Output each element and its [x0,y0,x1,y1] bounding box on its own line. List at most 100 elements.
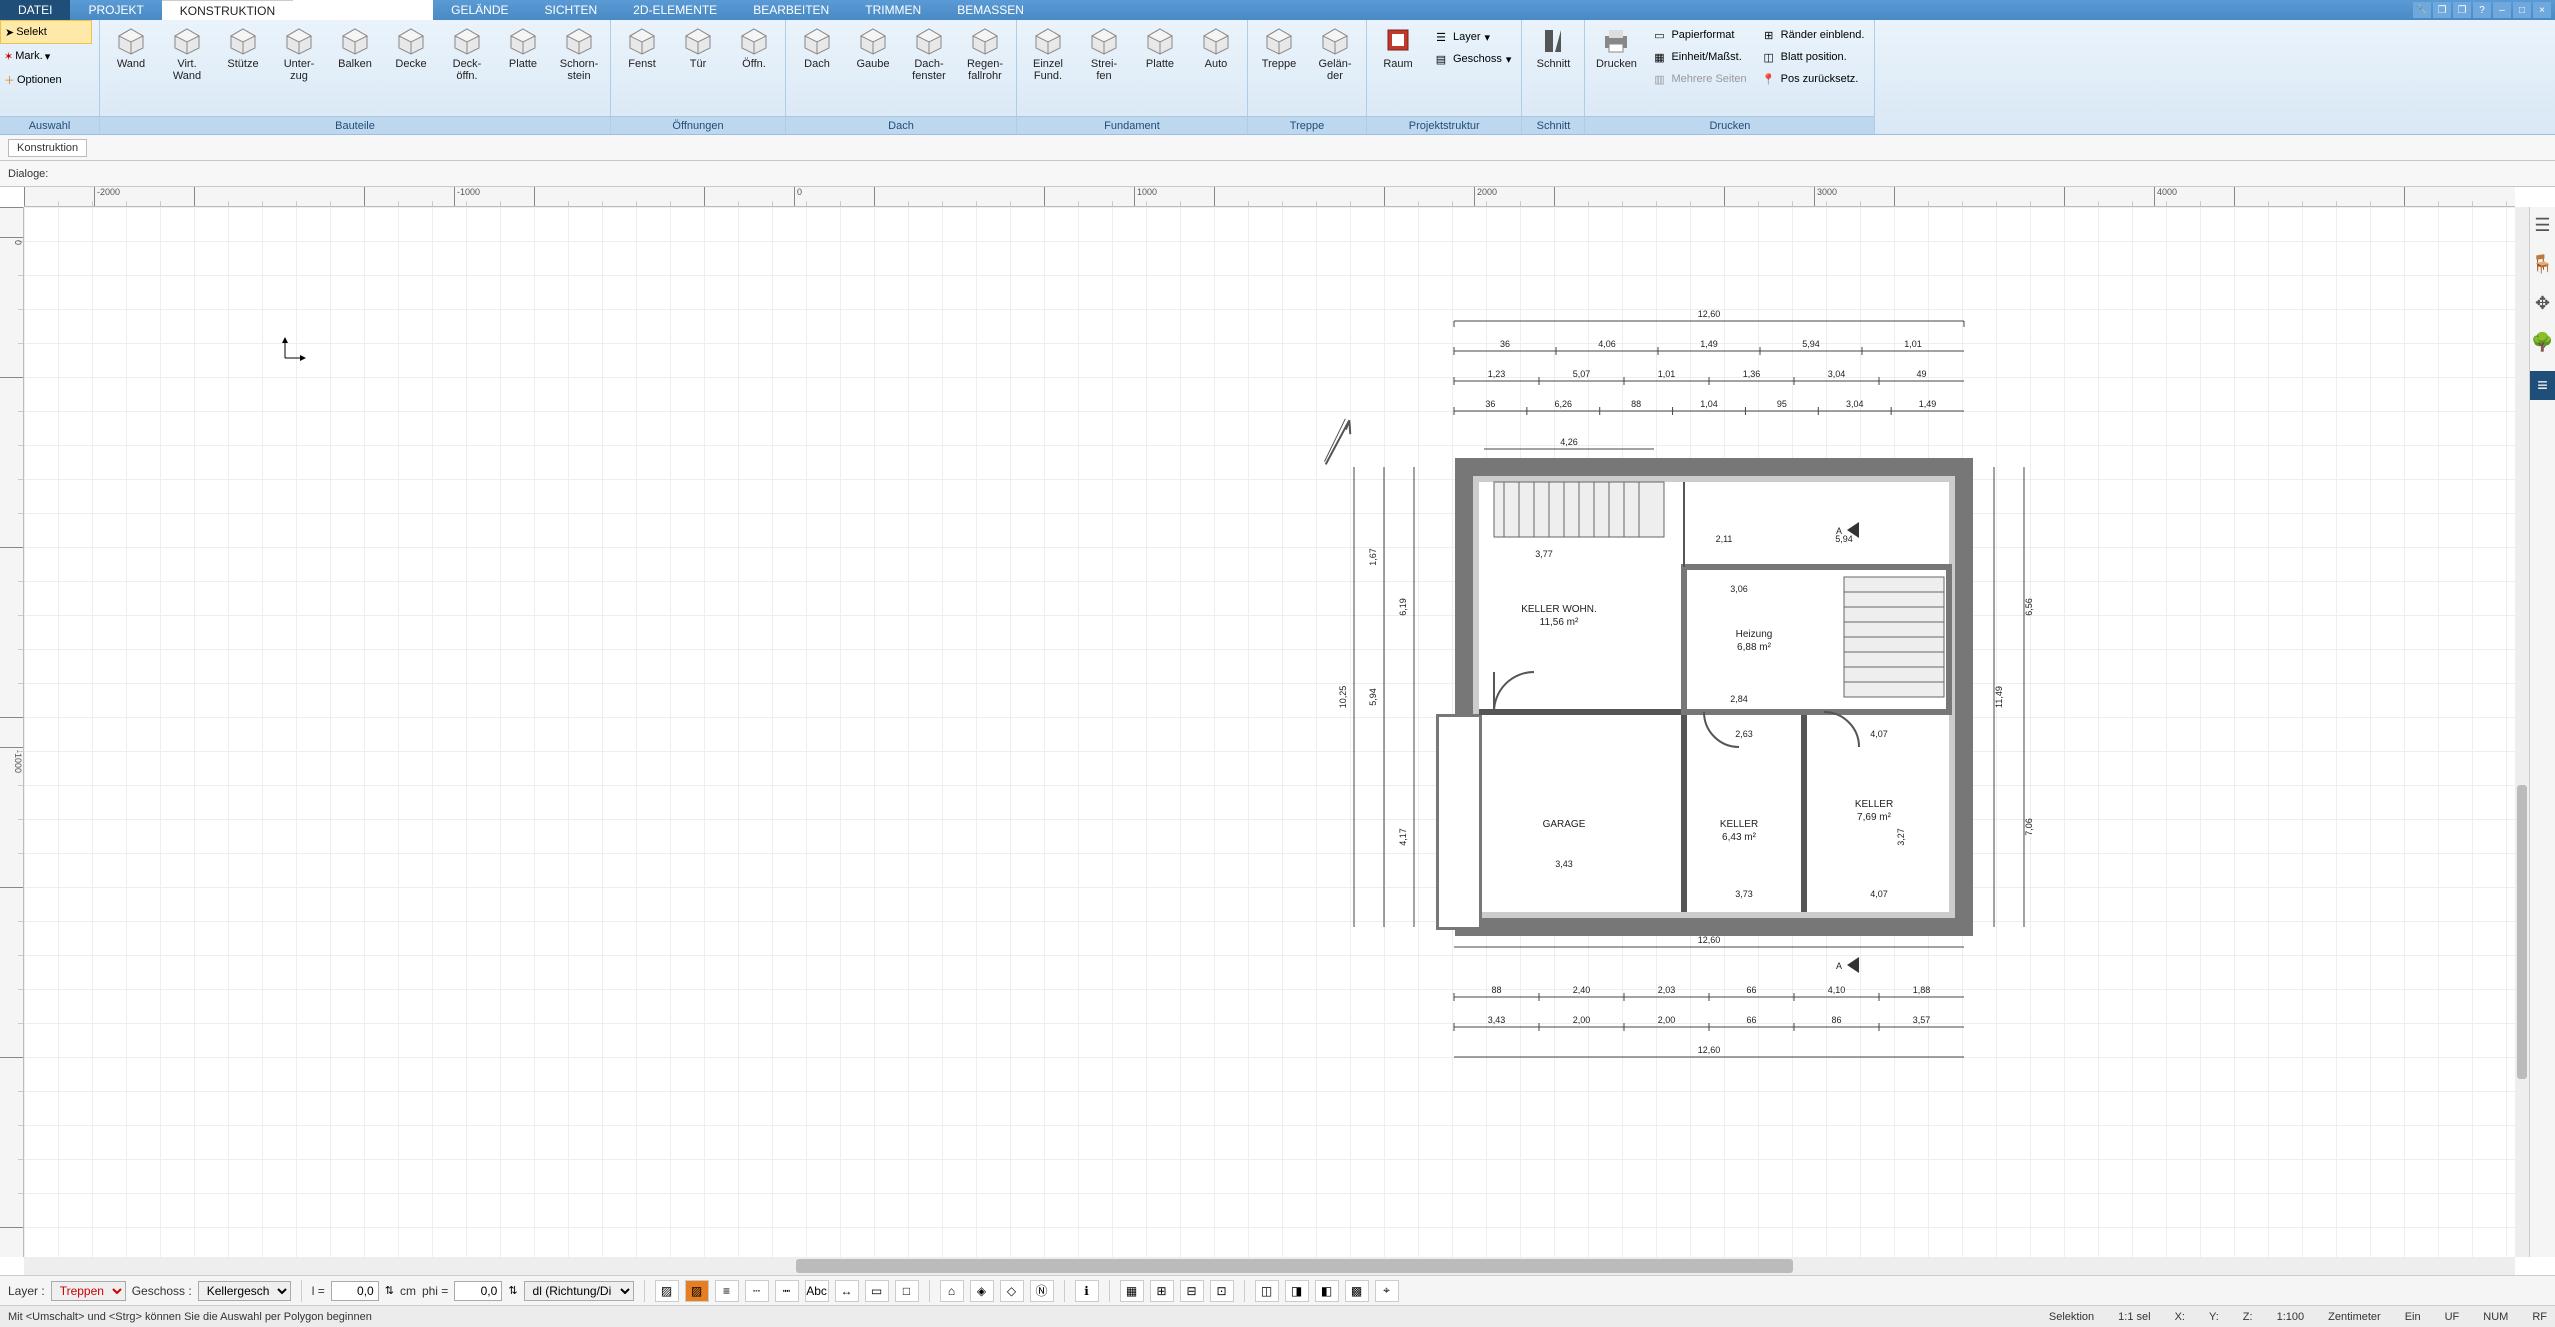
bauteile-2-button[interactable]: Stütze [216,22,270,70]
bauteile-1-button[interactable]: Virt. Wand [160,22,214,82]
minimize-icon[interactable]: – [2493,2,2511,18]
geschoss-button[interactable]: ▤Geschoss▾ [1427,48,1517,70]
maximize-icon[interactable]: □ [2513,2,2531,18]
north-icon[interactable]: Ⓝ [1030,1280,1054,1302]
svg-text:A: A [1836,961,1842,971]
menu-tab-gelaende[interactable]: GELÄNDE [433,0,526,20]
schnitt-button[interactable]: Schnitt [1526,22,1580,70]
bauteile-8-button[interactable]: Schorn- stein [552,22,606,82]
select-button[interactable]: ➤Selekt [0,20,92,44]
spinner-icon[interactable]: ⇅ [385,1284,394,1297]
menu-tab-sichten[interactable]: SICHTEN [527,0,616,20]
geschoss-label: Geschoss : [132,1284,192,1298]
oeffnungen-2-button[interactable]: Öffn. [727,22,781,70]
svg-text:6,19: 6,19 [1398,598,1408,616]
raum-button[interactable]: Raum [1371,22,1425,70]
menu-tab-projekt[interactable]: PROJEKT [70,0,161,20]
hatch-icon[interactable]: ▨ [655,1280,679,1302]
geschoss-select[interactable]: Kellergesch [198,1281,291,1301]
oeffnungen-1-button[interactable]: Tür [671,22,725,70]
grid3-icon[interactable]: ⊟ [1180,1280,1204,1302]
status-num: NUM [2483,1311,2508,1323]
horizontal-scrollbar[interactable] [24,1257,2515,1275]
blatt-pos-button[interactable]: ◫Blatt position. [1755,46,1871,68]
page-icon: ▭ [1651,27,1667,43]
bauteile-6-button[interactable]: Deck- öffn. [440,22,494,82]
menu-tab-datei[interactable]: DATEI [0,0,70,20]
hatch2-icon[interactable]: ▨ [685,1280,709,1302]
surface-icon[interactable]: ◈ [970,1280,994,1302]
cursor-icon: ➤ [5,26,14,39]
bauteile-7-button[interactable]: Platte [496,22,550,70]
rect2-icon[interactable]: □ [895,1280,919,1302]
einheit-button[interactable]: ▦Einheit/Maßst. [1645,46,1752,68]
vertical-scrollbar[interactable] [2515,207,2529,1257]
menu-tab-trimmen[interactable]: TRIMMEN [847,0,939,20]
cursor-snap-icon[interactable]: ⌖ [1375,1280,1399,1302]
menu-tab-bearbeiten[interactable]: BEARBEITEN [735,0,847,20]
menu-tab-konstruktion[interactable]: KONSTRUKTION [162,0,293,20]
tree-icon[interactable]: 🌳 [2531,332,2553,353]
fundament-3-button[interactable]: Auto [1189,22,1243,70]
fundament-0-button[interactable]: Einzel Fund. [1021,22,1075,82]
mode-select[interactable]: dl (Richtung/Di [524,1281,634,1301]
view3-icon[interactable]: ◧ [1315,1280,1339,1302]
bauteile-4-button[interactable]: Balken [328,22,382,70]
dach-3-button[interactable]: Regen- fallrohr [958,22,1012,82]
grid2-icon[interactable]: ⊞ [1150,1280,1174,1302]
pos-reset-button[interactable]: 📍Pos zurücksetz. [1755,68,1871,90]
drawing-canvas[interactable]: .wl{stroke:#555;stroke-width:10;fill:non… [24,207,2515,1257]
linetype2-icon[interactable]: ┉ [775,1280,799,1302]
seat-icon[interactable]: 🪑 [2531,254,2553,275]
menu-tab-2d[interactable]: 2D-ELEMENTE [615,0,735,20]
fundament-2-button[interactable]: Platte [1133,22,1187,70]
mark-button[interactable]: ✶Mark.▾ [0,44,92,68]
drucken-button[interactable]: Drucken [1589,22,1643,70]
help-icon[interactable]: ? [2473,2,2491,18]
layers-icon[interactable]: ☰ [2534,215,2550,236]
raender-button[interactable]: ⊞Ränder einblend. [1755,24,1871,46]
lineweight-icon[interactable]: ≡ [715,1280,739,1302]
svg-text:KELLER: KELLER [1855,799,1893,810]
layer-button[interactable]: ☰Layer▾ [1427,26,1517,48]
roof-icon[interactable]: ⌂ [940,1280,964,1302]
group-treppe-title: Treppe [1248,116,1366,134]
restore-icon[interactable]: ❐ [2433,2,2451,18]
svg-text:4,17: 4,17 [1398,828,1408,846]
konstruktion-tab[interactable]: Konstruktion [8,139,87,157]
info-icon[interactable]: ℹ [1075,1280,1099,1302]
l-input[interactable] [331,1281,379,1301]
treppe-1-button[interactable]: Gelän- der [1308,22,1362,82]
restore2-icon[interactable]: ❐ [2453,2,2471,18]
oeffnungen-0-button[interactable]: Fenst [615,22,669,70]
tool-icon[interactable]: 🔧 [2413,2,2431,18]
snap1-icon[interactable]: ⊡ [1210,1280,1234,1302]
linetype-icon[interactable]: ┄ [745,1280,769,1302]
dach-1-button[interactable]: Gaube [846,22,900,70]
dim-icon[interactable]: ↔ [835,1280,859,1302]
handle-icon[interactable]: ≡ [2530,371,2555,400]
wire-icon[interactable]: ◇ [1000,1280,1024,1302]
bauteile-0-button[interactable]: Wand [104,22,158,70]
fundament-1-button[interactable]: Strei- fen [1077,22,1131,82]
dach-2-button[interactable]: Dach- fenster [902,22,956,82]
options-button[interactable]: ＋Optionen [0,68,92,92]
move-icon[interactable]: ✥ [2535,293,2550,314]
phi-input[interactable] [454,1281,502,1301]
close-icon[interactable]: × [2533,2,2551,18]
menu-tab-bemassen[interactable]: BEMASSEN [939,0,1042,20]
hatch3-icon[interactable]: ▩ [1345,1280,1369,1302]
mehrere-seiten-button[interactable]: ▥Mehrere Seiten [1645,68,1752,90]
bauteile-3-button[interactable]: Unter- zug [272,22,326,82]
treppe-0-button[interactable]: Treppe [1252,22,1306,70]
bauteile-5-button[interactable]: Decke [384,22,438,70]
papierformat-button[interactable]: ▭Papierformat [1645,24,1752,46]
view1-icon[interactable]: ◫ [1255,1280,1279,1302]
text-icon[interactable]: Abc [805,1280,829,1302]
view2-icon[interactable]: ◨ [1285,1280,1309,1302]
rect-icon[interactable]: ▭ [865,1280,889,1302]
layer-select[interactable]: Treppen [51,1281,126,1301]
spinner-icon[interactable]: ⇅ [508,1284,517,1297]
grid1-icon[interactable]: ▦ [1120,1280,1144,1302]
dach-0-button[interactable]: Dach [790,22,844,70]
